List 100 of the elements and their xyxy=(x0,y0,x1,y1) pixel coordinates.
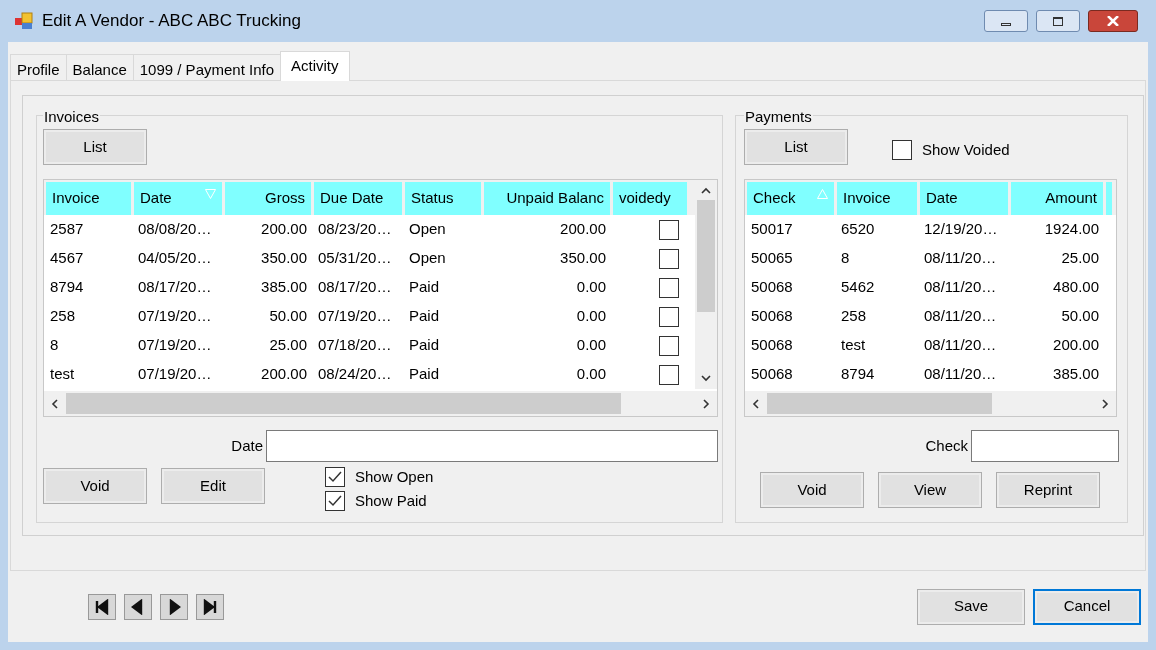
table-cell-text: 07/19/20… xyxy=(137,335,213,356)
maximize-button[interactable] xyxy=(1036,10,1080,32)
table-cell-text: 0.00 xyxy=(575,364,607,385)
table-cell-text: 8 xyxy=(49,335,60,356)
horizontal-scrollbar[interactable] xyxy=(745,391,1116,416)
table-cell-text: 2587 xyxy=(49,219,85,240)
first-record-button[interactable] xyxy=(88,593,116,620)
table-cell-text: 08/23/20… xyxy=(317,219,393,240)
vertical-scrollbar[interactable] xyxy=(695,180,717,389)
last-record-button[interactable] xyxy=(196,593,224,620)
table-cell-text: 07/19/20… xyxy=(137,306,213,327)
column-header[interactable]: Check xyxy=(747,182,834,215)
date-field[interactable] xyxy=(266,430,718,462)
button[interactable]: Reprint xyxy=(996,472,1100,508)
table-cell-text: 08/11/20… xyxy=(923,364,998,385)
column-header[interactable]: Amount xyxy=(1011,182,1103,215)
tab[interactable]: Profile xyxy=(10,54,67,80)
horizontal-scrollbar[interactable] xyxy=(44,391,717,416)
table-cell-text: 385.00 xyxy=(1052,364,1100,385)
table-cell-text: 25.00 xyxy=(1060,248,1100,269)
button[interactable]: Void xyxy=(760,472,864,508)
column-header[interactable]: Due Date xyxy=(314,182,402,215)
table-cell-text: 385.00 xyxy=(260,277,308,298)
table-cell-text: 258 xyxy=(840,306,868,327)
list-button[interactable]: List xyxy=(43,129,147,165)
checkbox-label: Show Voided xyxy=(922,139,1010,160)
checkbox[interactable] xyxy=(659,277,679,298)
scrollbar-thumb[interactable] xyxy=(767,393,992,414)
table-cell-text: 6520 xyxy=(840,219,876,240)
table-cell-text: Paid xyxy=(408,335,441,356)
table-cell-text: Open xyxy=(408,248,447,269)
close-button[interactable] xyxy=(1088,10,1138,32)
checkbox[interactable] xyxy=(659,335,679,356)
table-cell-text: 05/31/20… xyxy=(317,248,393,269)
table-cell-text: 50.00 xyxy=(268,306,308,327)
checkbox-label: Show Open xyxy=(355,466,434,487)
table-cell-text: 5462 xyxy=(840,277,876,298)
checkbox-label: Show Paid xyxy=(355,490,427,511)
button[interactable]: Void xyxy=(43,468,147,504)
table-cell-text: 350.00 xyxy=(559,248,607,269)
checkbox[interactable] xyxy=(325,491,345,511)
table-cell-text: 200.00 xyxy=(260,219,308,240)
table-cell-text: 50068 xyxy=(750,364,794,385)
column-header[interactable]: Date xyxy=(134,182,222,215)
button[interactable]: View xyxy=(878,472,982,508)
list-button[interactable]: List xyxy=(744,129,848,165)
column-header[interactable]: Date xyxy=(920,182,1008,215)
table-cell-text: 07/18/20… xyxy=(317,335,393,356)
table-cell-text: 1924.00 xyxy=(1043,219,1100,240)
table-cell-text: Paid xyxy=(408,277,441,298)
table-cell-text: Open xyxy=(408,219,447,240)
tab[interactable]: 1099 / Payment Info xyxy=(132,54,281,80)
field-label: Check xyxy=(925,435,968,456)
table-cell-text: 25.00 xyxy=(268,335,308,356)
table-cell-text: 50.00 xyxy=(1060,306,1100,327)
table-cell-text: test xyxy=(840,335,867,356)
scrollbar-thumb[interactable] xyxy=(697,200,715,312)
checkbox[interactable] xyxy=(659,248,679,269)
column-header[interactable]: Unpaid Balanc xyxy=(484,182,610,215)
sort-descending-icon xyxy=(205,188,216,199)
column-header[interactable]: Gross xyxy=(225,182,311,215)
scrollbar-thumb[interactable] xyxy=(66,393,621,414)
app-icon xyxy=(14,11,34,31)
table-cell-text: 08/11/20… xyxy=(923,306,998,327)
table-cell-text: 08/11/20… xyxy=(923,277,998,298)
table-cell-text: test xyxy=(49,364,76,385)
table-cell-text: 50068 xyxy=(750,306,794,327)
table-cell-text: 07/19/20… xyxy=(137,364,213,385)
table-cell-text: 0.00 xyxy=(575,335,607,356)
table-cell-text: 200.00 xyxy=(260,364,308,385)
next-record-button[interactable] xyxy=(160,593,188,620)
table-cell-text: 08/24/20… xyxy=(317,364,393,385)
checkbox[interactable] xyxy=(325,467,345,487)
check-field[interactable] xyxy=(971,430,1119,462)
checkbox[interactable] xyxy=(659,219,679,240)
checkbox[interactable] xyxy=(659,364,679,385)
table-cell-text: 08/17/20… xyxy=(317,277,393,298)
table-cell-text: 350.00 xyxy=(260,248,308,269)
table-cell-text: 07/19/20… xyxy=(317,306,393,327)
column-header[interactable]: Invoice xyxy=(46,182,131,215)
table-cell-text: 4567 xyxy=(49,248,85,269)
table-cell-text: 50068 xyxy=(750,277,794,298)
table-cell-text: 8 xyxy=(840,248,851,269)
column-header[interactable]: Status xyxy=(405,182,481,215)
checkbox[interactable] xyxy=(659,306,679,327)
table-cell-text: 8794 xyxy=(840,364,876,385)
button[interactable]: Cancel xyxy=(1033,588,1141,625)
column-header[interactable]: voidedy xyxy=(613,182,687,215)
tab[interactable]: Activity xyxy=(280,51,350,81)
table-cell-text: 200.00 xyxy=(559,219,607,240)
button[interactable]: Save xyxy=(917,588,1025,625)
table-cell-text: 0.00 xyxy=(575,306,607,327)
column-header[interactable]: Invoice xyxy=(837,182,917,215)
minimize-button[interactable] xyxy=(984,10,1028,32)
button[interactable]: Edit xyxy=(161,468,265,504)
previous-record-button[interactable] xyxy=(124,593,152,620)
table-cell-text: 50068 xyxy=(750,335,794,356)
table-cell-text: 04/05/20… xyxy=(137,248,213,269)
checkbox[interactable] xyxy=(892,140,912,160)
field-label: Date xyxy=(231,435,263,456)
